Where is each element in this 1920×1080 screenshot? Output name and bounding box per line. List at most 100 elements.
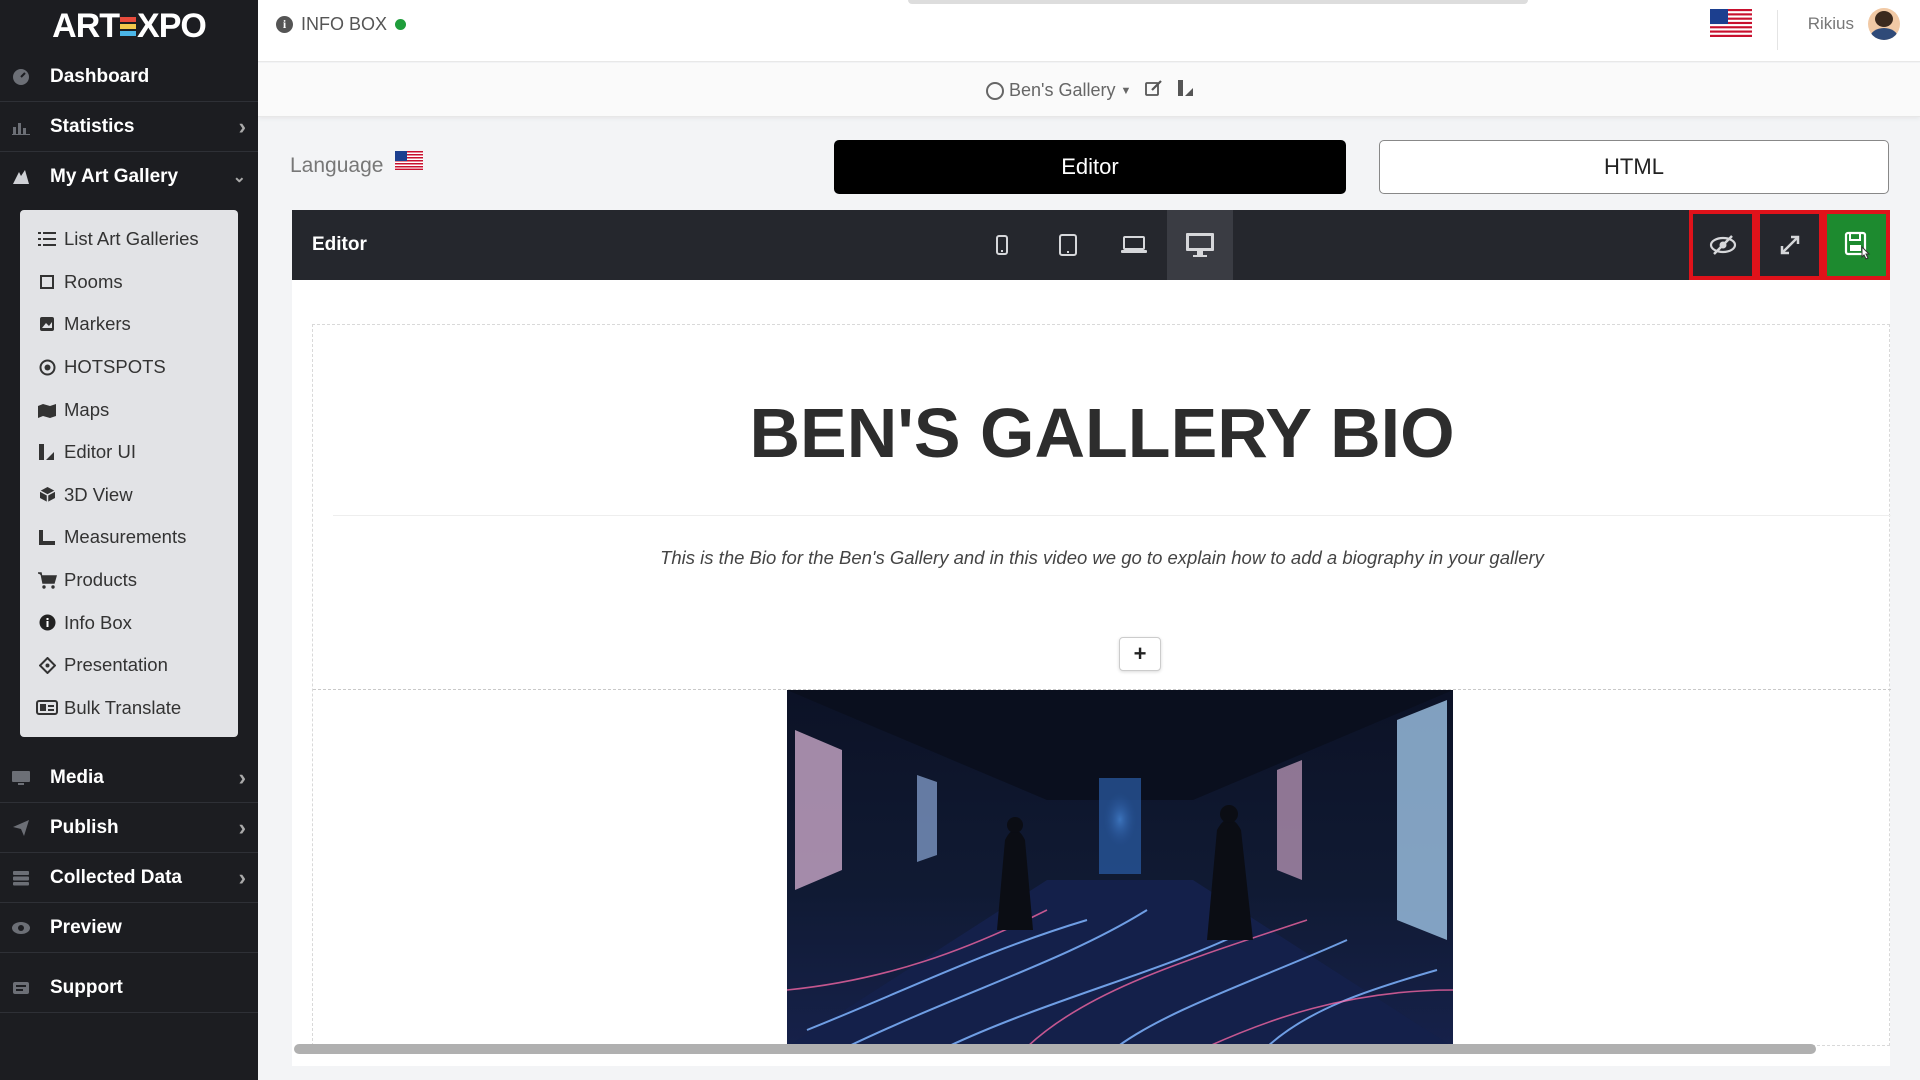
sidebar-item-3d-view[interactable]: 3D View xyxy=(20,474,238,517)
chevron-right-icon: › xyxy=(238,113,246,139)
device-switcher xyxy=(969,210,1233,280)
top-bar: i INFO BOX Rikius xyxy=(258,0,1920,62)
ruler-icon xyxy=(36,529,58,546)
sidebar-item-collected-data[interactable]: Collected Data › xyxy=(0,853,258,904)
map-icon xyxy=(36,402,58,418)
editor-panel: Editor BEN'S GALLERY BIO This is the Bio… xyxy=(292,210,1891,1066)
hide-preview-icon[interactable] xyxy=(1689,210,1756,280)
editor-actions xyxy=(1689,210,1890,280)
bio-title[interactable]: BEN'S GALLERY BIO xyxy=(313,393,1891,473)
laptop-icon[interactable] xyxy=(1101,210,1167,280)
sidebar-item-support[interactable]: Support xyxy=(0,963,258,1014)
sidebar-item-dashboard[interactable]: Dashboard xyxy=(0,52,258,102)
horizontal-scrollbar[interactable] xyxy=(294,1044,1816,1054)
sidebar-item-label: Preview xyxy=(50,916,122,938)
gallery-name: Ben's Gallery xyxy=(1009,80,1116,100)
tab-editor[interactable]: Editor xyxy=(834,140,1346,194)
user-name: Rikius xyxy=(1807,14,1854,33)
editor-toolbar-title: Editor xyxy=(312,234,367,255)
sidebar-item-my-art-gallery[interactable]: My Art Gallery ⌄ xyxy=(0,152,258,202)
sidebar-item-maps[interactable]: Maps xyxy=(20,388,238,431)
info-icon: i xyxy=(276,16,293,33)
user-menu[interactable]: Rikius xyxy=(1808,8,1900,40)
sidebar-item-markers[interactable]: Markers xyxy=(20,303,238,346)
marker-icon xyxy=(36,316,58,332)
gallery-image[interactable] xyxy=(787,690,1453,1047)
submenu-label: Maps xyxy=(64,398,110,420)
sidebar-item-label: Support xyxy=(50,976,123,998)
divider xyxy=(333,515,1891,516)
sidebar-item-bulk-translate[interactable]: Bulk Translate xyxy=(20,687,238,730)
submenu-label: Products xyxy=(64,569,138,591)
submenu-label: Markers xyxy=(64,313,131,335)
translate-icon xyxy=(36,700,58,716)
bio-text[interactable]: This is the Bio for the Ben's Gallery an… xyxy=(313,547,1891,569)
language-selector[interactable]: Language xyxy=(290,150,424,178)
presentation-icon xyxy=(36,656,58,674)
info-icon xyxy=(36,614,58,631)
sidebar-item-hotspots[interactable]: HOTSPOTS xyxy=(20,346,238,389)
tab-html[interactable]: HTML xyxy=(1379,140,1889,194)
sidebar-item-label: Publish xyxy=(50,816,119,838)
list-icon xyxy=(36,232,58,247)
hotspot-icon xyxy=(36,359,58,376)
support-icon xyxy=(10,977,32,999)
sidebar-item-media[interactable]: Media › xyxy=(0,753,258,804)
submenu-label: Measurements xyxy=(64,526,187,548)
chevron-down-icon: ⌄ xyxy=(232,169,246,186)
page-breadcrumb: i INFO BOX xyxy=(276,14,407,35)
submenu-label: HOTSPOTS xyxy=(64,356,166,378)
editor-canvas[interactable]: BEN'S GALLERY BIO This is the Bio for th… xyxy=(312,324,1891,1047)
avatar[interactable] xyxy=(1868,8,1900,40)
submenu-label: Editor UI xyxy=(64,441,136,463)
gallery-bar: Ben's Gallery ▼ xyxy=(258,63,1920,117)
sidebar-item-publish[interactable]: Publish › xyxy=(0,803,258,854)
us-flag-icon[interactable] xyxy=(395,150,424,170)
sidebar-item-info-box[interactable]: Info Box xyxy=(20,601,238,644)
cart-icon xyxy=(36,571,58,589)
sidebar-item-rooms[interactable]: Rooms xyxy=(20,261,238,304)
chevron-right-icon: › xyxy=(238,814,246,840)
save-icon[interactable] xyxy=(1823,210,1890,280)
editor-toolbar: Editor xyxy=(292,210,1890,280)
art-gallery-icon xyxy=(10,166,32,188)
logo-mark xyxy=(120,15,137,38)
sidebar-item-label: My Art Gallery xyxy=(50,166,179,187)
top-overlay-edge xyxy=(908,0,1528,4)
cube-icon xyxy=(36,486,58,503)
add-block-button[interactable]: + xyxy=(1119,637,1161,671)
tablet-icon[interactable] xyxy=(1035,210,1101,280)
media-icon xyxy=(10,767,32,789)
submenu-label: Presentation xyxy=(64,654,168,676)
sidebar-item-preview[interactable]: Preview xyxy=(0,903,258,954)
mobile-icon[interactable] xyxy=(969,210,1035,280)
my-art-gallery-submenu: List Art Galleries Rooms Markers HOTSPOT… xyxy=(20,210,238,738)
divider xyxy=(1777,10,1778,50)
bar-chart-icon xyxy=(10,116,32,138)
fullscreen-icon[interactable] xyxy=(1756,210,1823,280)
editor-ui-icon xyxy=(36,443,58,461)
sidebar-item-list-art-galleries[interactable]: List Art Galleries xyxy=(20,218,238,261)
sidebar-item-statistics[interactable]: Statistics › xyxy=(0,102,258,152)
edit-icon[interactable] xyxy=(1145,79,1163,102)
sidebar-item-label: Media xyxy=(50,766,104,788)
sidebar-item-label: Collected Data xyxy=(50,866,182,888)
submenu-label: 3D View xyxy=(64,483,133,505)
sidebar-item-presentation[interactable]: Presentation xyxy=(20,644,238,687)
sidebar-item-label: Statistics xyxy=(50,115,135,137)
eye-icon xyxy=(10,917,32,939)
desktop-icon[interactable] xyxy=(1167,210,1233,280)
submenu-label: Info Box xyxy=(64,611,132,633)
artexpo-logo[interactable]: ART XPO xyxy=(0,0,258,52)
gallery-selector[interactable]: Ben's Gallery ▼ xyxy=(986,79,1195,102)
dashboard-icon xyxy=(10,66,32,88)
status-dot xyxy=(395,19,407,30)
logo-text-right: XPO xyxy=(137,6,207,45)
sidebar-item-products[interactable]: Products xyxy=(20,559,238,602)
sidebar-item-label: Dashboard xyxy=(50,65,150,87)
editor-ui-icon[interactable] xyxy=(1177,79,1195,102)
logo-text-left: ART xyxy=(52,6,120,45)
sidebar-item-measurements[interactable]: Measurements xyxy=(20,516,238,559)
us-flag-icon[interactable] xyxy=(1710,9,1752,37)
sidebar-item-editor-ui[interactable]: Editor UI xyxy=(20,431,238,474)
